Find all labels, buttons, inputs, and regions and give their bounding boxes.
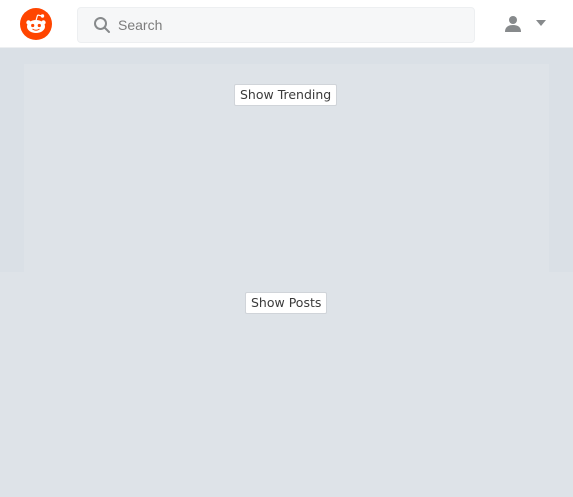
caret-down-icon [536,20,546,26]
search-box[interactable] [77,7,475,43]
user-icon [505,16,521,32]
show-posts-button[interactable]: Show Posts [245,292,328,314]
reddit-logo-icon[interactable] [20,8,52,40]
top-navigation-bar [0,0,573,48]
search-input[interactable] [118,8,458,42]
user-menu-dropdown[interactable] [498,10,554,38]
show-trending-button[interactable]: Show Trending [234,84,338,106]
search-icon [94,17,110,33]
trending-section [0,48,573,272]
